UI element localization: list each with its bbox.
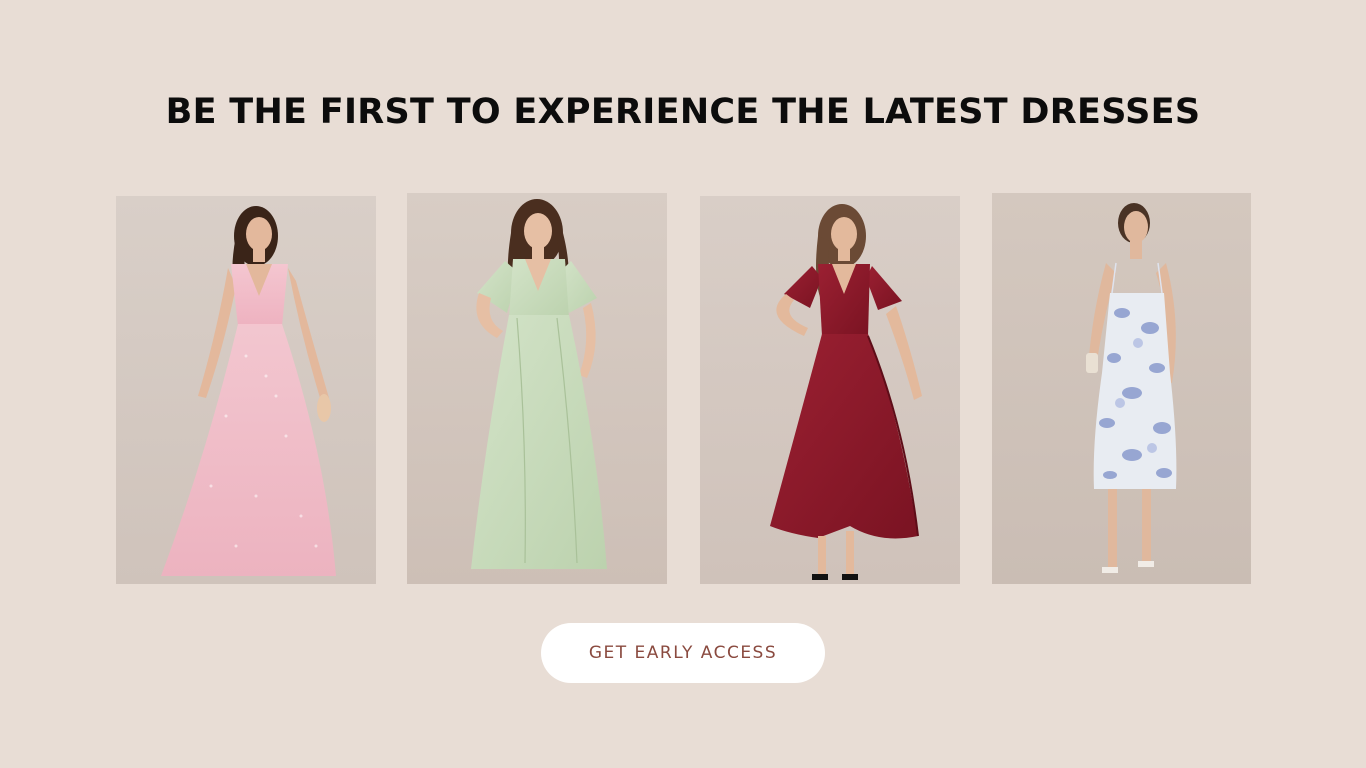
product-image-burgundy-dress[interactable] bbox=[700, 196, 960, 584]
product-image-floral-midi[interactable] bbox=[992, 193, 1251, 584]
product-image-pink-gown[interactable] bbox=[116, 196, 376, 584]
product-image-sage-maxi[interactable] bbox=[407, 193, 667, 584]
get-early-access-button[interactable]: GET EARLY ACCESS bbox=[541, 623, 825, 683]
